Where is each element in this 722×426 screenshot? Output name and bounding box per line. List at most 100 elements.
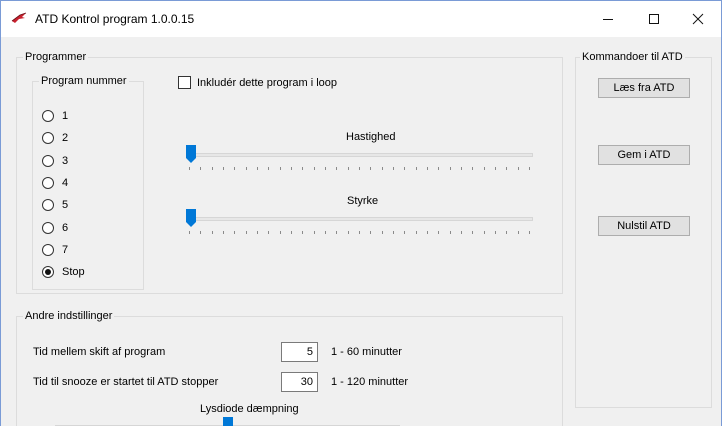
maximize-button[interactable] (631, 1, 677, 37)
interval-input[interactable]: 5 (281, 342, 318, 362)
radio-button[interactable] (42, 110, 54, 122)
program-option-3[interactable]: 3 (42, 153, 68, 169)
close-button[interactable] (675, 1, 721, 37)
tick-mark (336, 231, 338, 234)
radio-label[interactable]: 3 (62, 155, 68, 167)
other-settings-group: Andre indstillinger Tid mellem skift af … (16, 310, 563, 426)
snooze-range: 1 - 120 minutter (331, 376, 409, 388)
commands-group: Kommandoer til ATD Læs fra ATD Gem i ATD… (575, 51, 712, 408)
tick-mark (392, 167, 394, 170)
hastighed-thumb[interactable] (186, 145, 196, 163)
tick-mark (358, 231, 360, 234)
tick-mark (426, 231, 428, 234)
title-bar[interactable]: ATD Kontrol program 1.0.0.15 (1, 1, 721, 37)
radio-button[interactable] (42, 177, 54, 189)
tick-mark (324, 231, 326, 234)
tick-mark (381, 167, 383, 170)
radio-label[interactable]: 5 (62, 199, 68, 211)
tick-mark (268, 167, 270, 170)
tick-mark (302, 167, 304, 170)
tick-mark (200, 231, 202, 234)
tick-mark (506, 231, 508, 234)
tick-mark (404, 167, 406, 170)
tick-mark (290, 231, 292, 234)
led-dimming-thumb[interactable] (223, 417, 233, 426)
hastighed-slider[interactable] (186, 144, 533, 174)
tick-mark (200, 167, 202, 170)
hastighed-label: Hastighed (346, 131, 396, 143)
other-settings-title: Andre indstillinger (23, 310, 115, 323)
tick-mark (472, 167, 474, 170)
tick-mark (381, 231, 383, 234)
tick-mark (290, 167, 292, 170)
tick-mark (392, 231, 394, 234)
app-window: ATD Kontrol program 1.0.0.15 Programmer … (0, 0, 722, 426)
include-loop-checkbox[interactable] (178, 76, 191, 89)
tick-mark (472, 231, 474, 234)
tick-mark (313, 231, 315, 234)
program-option-4[interactable]: 4 (42, 175, 68, 191)
tick-mark (460, 167, 462, 170)
tick-mark (517, 231, 519, 234)
radio-label[interactable]: 2 (62, 132, 68, 144)
commands-group-title: Kommandoer til ATD (580, 51, 685, 64)
program-number-group: Program nummer 1 2 3 4 5 6 7 Stop (32, 75, 144, 290)
tick-mark (460, 231, 462, 234)
radio-button[interactable] (42, 155, 54, 167)
tick-mark (189, 167, 190, 170)
save-to-atd-button[interactable]: Gem i ATD (598, 145, 690, 165)
tick-mark (245, 231, 247, 234)
tick-mark (256, 231, 258, 234)
radio-button[interactable] (42, 199, 54, 211)
program-number-title: Program nummer (39, 75, 129, 88)
tick-mark (370, 231, 372, 234)
radio-button[interactable] (42, 244, 54, 256)
tick-mark (404, 231, 406, 234)
radio-label[interactable]: 7 (62, 244, 68, 256)
tick-mark (415, 231, 417, 234)
snooze-input[interactable]: 30 (281, 372, 318, 392)
program-option-1[interactable]: 1 (42, 108, 68, 124)
maximize-icon (648, 13, 660, 25)
radio-label[interactable]: 6 (62, 222, 68, 234)
hastighed-track (186, 153, 533, 157)
radio-label[interactable]: 4 (62, 177, 68, 189)
program-option-7[interactable]: 7 (42, 242, 68, 258)
program-option-2[interactable]: 2 (42, 130, 68, 146)
minimize-button[interactable] (585, 1, 631, 37)
led-dimming-slider[interactable] (55, 416, 400, 426)
tick-mark (347, 167, 349, 170)
tick-mark (268, 231, 270, 234)
tick-mark (506, 167, 508, 170)
tick-mark (494, 231, 496, 234)
radio-button[interactable] (42, 222, 54, 234)
styrke-thumb[interactable] (186, 209, 196, 227)
tick-mark (222, 231, 224, 234)
radio-label[interactable]: 1 (62, 110, 68, 122)
app-icon (11, 12, 27, 24)
program-option-stop[interactable]: Stop (42, 264, 85, 280)
programmer-group-title: Programmer (23, 51, 89, 64)
read-from-atd-button[interactable]: Læs fra ATD (598, 78, 690, 98)
radio-button[interactable] (42, 266, 54, 278)
styrke-track (186, 217, 533, 221)
include-loop-label[interactable]: Inkludér dette program i loop (197, 77, 337, 89)
program-option-5[interactable]: 5 (42, 197, 68, 213)
radio-button[interactable] (42, 132, 54, 144)
minimize-icon (602, 13, 614, 25)
tick-mark (256, 167, 258, 170)
hastighed-ticks (189, 167, 530, 171)
tick-mark (302, 231, 304, 234)
radio-label[interactable]: Stop (62, 266, 85, 278)
tick-mark (449, 167, 451, 170)
styrke-label: Styrke (347, 195, 379, 207)
tick-mark (438, 167, 440, 170)
reset-atd-button[interactable]: Nulstil ATD (598, 216, 690, 236)
program-option-6[interactable]: 6 (42, 220, 68, 236)
tick-mark (517, 167, 519, 170)
styrke-ticks (189, 231, 530, 235)
tick-mark (211, 167, 213, 170)
tick-mark (234, 167, 236, 170)
styrke-slider[interactable] (186, 208, 533, 238)
tick-mark (438, 231, 440, 234)
